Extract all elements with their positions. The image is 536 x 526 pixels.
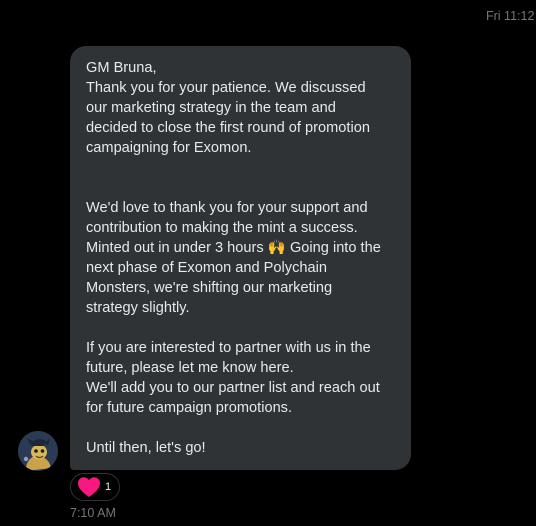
message-line: next phase of Exomon and Polychain — [86, 260, 327, 276]
message-line — [86, 418, 401, 438]
message-line: future, please let me know here. — [86, 360, 294, 376]
message-line: strategy slightly. — [86, 300, 190, 316]
previous-message-timestamp: Fri 11:12 P — [486, 9, 536, 23]
message-line: decided to close the first round of prom… — [86, 120, 370, 136]
message-line: If you are interested to partner with us… — [86, 340, 371, 356]
message-line: We'll add you to our partner list and re… — [86, 380, 380, 396]
reaction-count: 1 — [105, 481, 112, 493]
message-line — [86, 178, 401, 198]
message-bubble: GM Bruna, Thank you for your patience. W… — [70, 46, 411, 470]
message-line: Minted out in under 3 hours 🙌 Going into… — [86, 240, 381, 256]
message-line: Thank you for your patience. We discusse… — [86, 80, 366, 96]
message-line: for future campaign promotions. — [86, 400, 293, 416]
message-line: Until then, let's go! — [86, 440, 206, 456]
message-line: Monsters, we're shifting our marketing — [86, 280, 333, 296]
message-line: our marketing strategy in the team and — [86, 100, 336, 116]
avatar-icon — [18, 431, 58, 471]
reaction-badge[interactable]: 1 — [70, 473, 120, 501]
message-line: We'd love to thank you for your support … — [86, 200, 368, 216]
message-line — [86, 158, 401, 178]
heart-icon — [78, 477, 100, 497]
message-timestamp: 7:10 AM — [70, 506, 116, 520]
sender-avatar[interactable] — [18, 431, 58, 471]
message-line: campaigning for Exomon. — [86, 140, 252, 156]
message-line: GM Bruna, — [86, 60, 157, 76]
message-line: contribution to making the mint a succes… — [86, 220, 358, 236]
message-line — [86, 318, 401, 338]
